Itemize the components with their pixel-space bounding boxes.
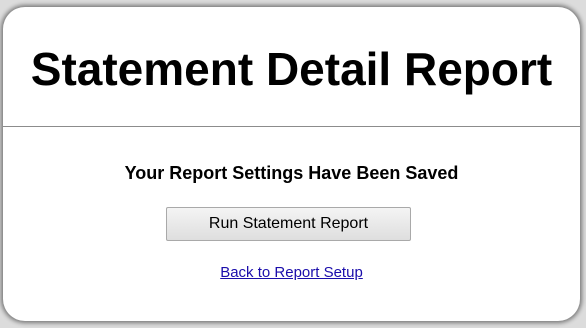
page-title: Statement Detail Report xyxy=(30,43,553,95)
report-panel: Statement Detail Report Your Report Sett… xyxy=(3,7,580,321)
title-divider xyxy=(3,126,580,127)
saved-confirmation-message: Your Report Settings Have Been Saved xyxy=(124,163,459,183)
back-link-container: Back to Report Setup xyxy=(3,264,580,282)
run-statement-report-button[interactable]: Run Statement Report xyxy=(166,207,411,241)
back-to-report-setup-link[interactable]: Back to Report Setup xyxy=(220,264,363,281)
